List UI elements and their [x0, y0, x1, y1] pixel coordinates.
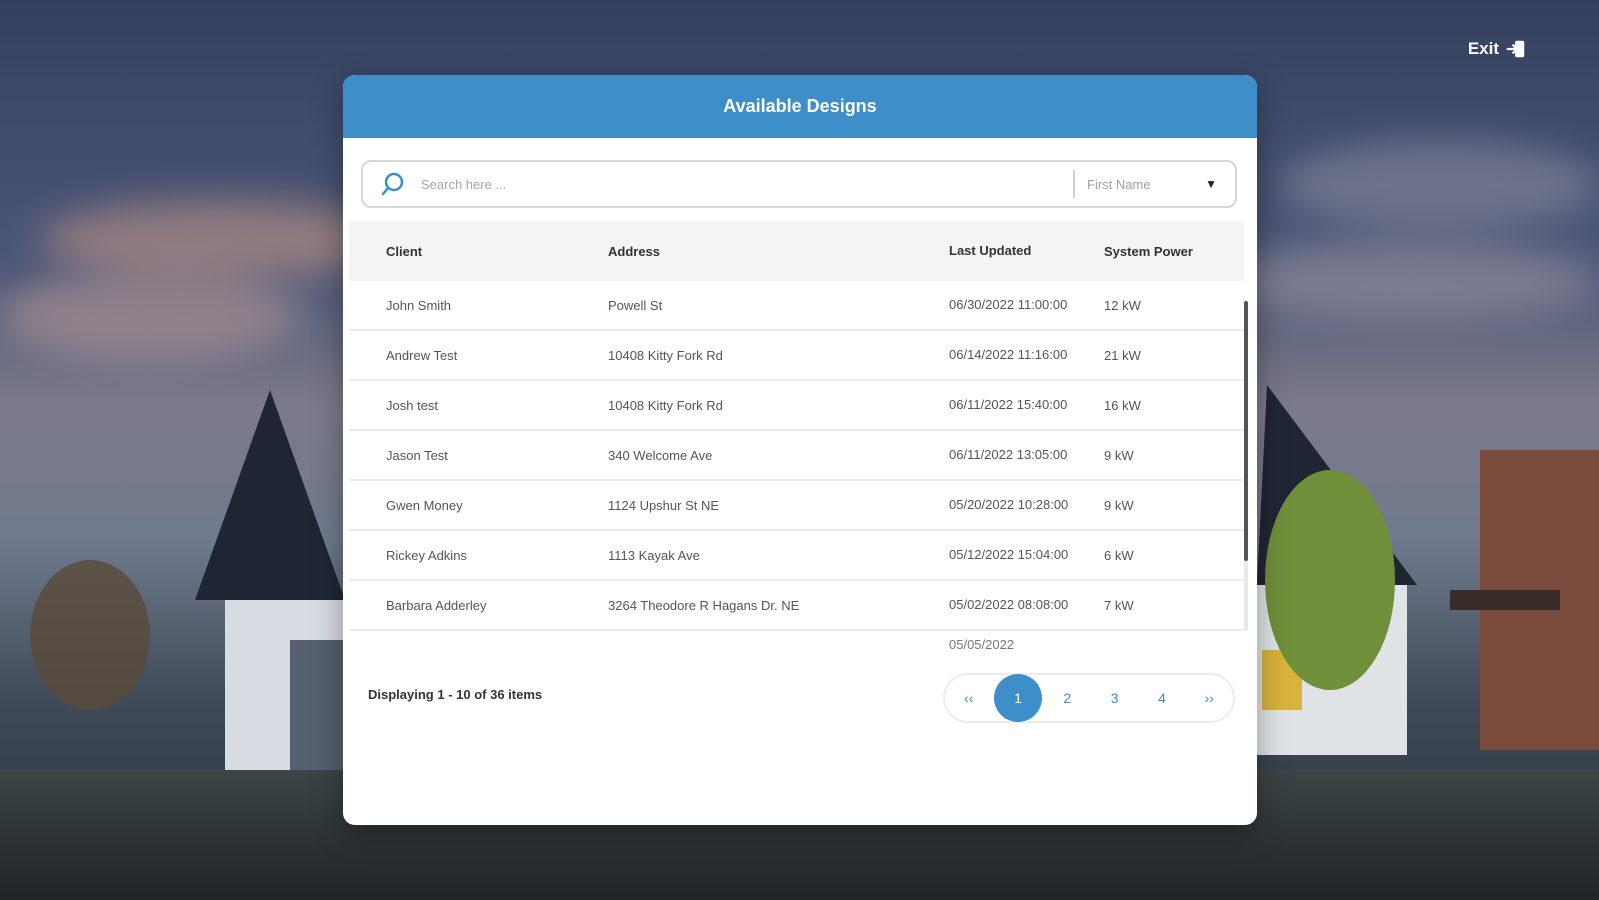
search-input[interactable] — [419, 168, 1073, 200]
cell-address: 340 Welcome Ave — [608, 447, 713, 463]
first-page-button[interactable]: ‹‹ — [947, 676, 991, 720]
table-row[interactable]: Gwen Money 1124 Upshur St NE 05/20/2022 … — [349, 481, 1244, 531]
search-field-select[interactable]: First Name ▼ — [1075, 177, 1235, 192]
search-field-value: First Name — [1087, 176, 1151, 192]
cell-system-power: 21 kW — [1104, 347, 1141, 363]
cell-last-updated: 05/02/2022 08:08:00 — [949, 597, 1069, 612]
cell-last-updated: 05/12/2022 15:04:00 — [949, 547, 1069, 562]
cell-address: 3264 Theodore R Hagans Dr. NE — [608, 597, 800, 613]
page-4-button[interactable]: 4 — [1140, 676, 1184, 720]
column-header-client[interactable]: Client — [349, 244, 608, 259]
table-scrollbar[interactable] — [1244, 301, 1248, 631]
table-row[interactable]: Josh test 10408 Kitty Fork Rd 06/11/2022… — [349, 381, 1244, 431]
cell-last-updated: 05/05/2022 — [949, 637, 1015, 652]
cell-client: Andrew Test — [386, 347, 458, 363]
cell-system-power: 9 kW — [1104, 497, 1134, 513]
page-1-button[interactable]: 1 — [993, 674, 1042, 722]
table-row[interactable]: Rickey Adkins 1113 Kayak Ave 05/12/2022 … — [349, 531, 1244, 581]
cell-system-power: 16 kW — [1104, 397, 1141, 413]
cell-last-updated: 06/11/2022 13:05:00 — [949, 447, 1068, 462]
items-summary: Displaying 1 - 10 of 36 items — [368, 687, 543, 702]
cell-client: Barbara Adderley — [386, 597, 487, 613]
cell-address: 10408 Kitty Fork Rd — [608, 347, 723, 363]
table-row[interactable]: Barbara Adderley 3264 Theodore R Hagans … — [349, 581, 1244, 631]
table-header: Client Address Last Updated System Power — [349, 221, 1244, 281]
cell-last-updated: 06/30/2022 11:00:00 — [949, 297, 1068, 312]
cell-client: John Smith — [386, 297, 452, 313]
search-bar: First Name ▼ — [361, 160, 1237, 208]
table-row[interactable]: Andrew Test 10408 Kitty Fork Rd 06/14/20… — [349, 331, 1244, 381]
cell-address: 1113 Kayak Ave — [608, 547, 700, 563]
cell-address: 1124 Upshur St NE — [608, 497, 720, 513]
last-page-button[interactable]: ›› — [1187, 676, 1231, 720]
cell-client: Rickey Adkins — [386, 547, 467, 563]
exit-label: Exit — [1467, 39, 1499, 58]
column-header-last-updated[interactable]: Last Updated — [949, 241, 1104, 261]
available-designs-modal: Available Designs First Name ▼ Client Ad… — [343, 75, 1257, 825]
cell-client: Josh test — [386, 397, 439, 413]
table-row[interactable]: Jason Test 340 Welcome Ave 06/11/2022 13… — [349, 431, 1244, 481]
cell-system-power: 6 kW — [1104, 547, 1134, 563]
search-icon[interactable] — [379, 170, 407, 198]
caret-down-icon: ▼ — [1205, 177, 1217, 191]
cell-client: Gwen Money — [386, 497, 463, 513]
cell-system-power: 7 kW — [1104, 597, 1134, 613]
table-row[interactable]: John Smith Powell St 06/30/2022 11:00:00… — [349, 281, 1244, 331]
cell-address: 10408 Kitty Fork Rd — [608, 397, 723, 413]
page-2-button[interactable]: 2 — [1045, 676, 1089, 720]
cell-client: Jason Test — [386, 447, 448, 463]
designs-table: Client Address Last Updated System Power… — [349, 221, 1244, 658]
column-header-address[interactable]: Address — [608, 244, 949, 259]
column-header-system-power[interactable]: System Power — [1104, 244, 1244, 259]
cell-last-updated: 05/20/2022 10:28:00 — [949, 497, 1069, 512]
scrollbar-thumb[interactable] — [1244, 301, 1248, 561]
modal-title: Available Designs — [723, 96, 877, 116]
pagination: ‹‹ 1 2 3 4 ›› — [943, 673, 1235, 723]
cell-last-updated: 06/14/2022 11:16:00 — [949, 347, 1068, 362]
exit-button[interactable]: Exit — [1468, 38, 1527, 60]
table-row[interactable]: 05/05/2022 — [349, 631, 1244, 658]
cell-address: Powell St — [608, 297, 663, 313]
cell-system-power: 9 kW — [1104, 447, 1134, 463]
cell-system-power: 12 kW — [1104, 297, 1141, 313]
cell-last-updated: 06/11/2022 15:40:00 — [949, 397, 1068, 412]
page-3-button[interactable]: 3 — [1093, 676, 1137, 720]
modal-header: Available Designs — [343, 75, 1257, 138]
exit-icon — [1506, 40, 1525, 58]
